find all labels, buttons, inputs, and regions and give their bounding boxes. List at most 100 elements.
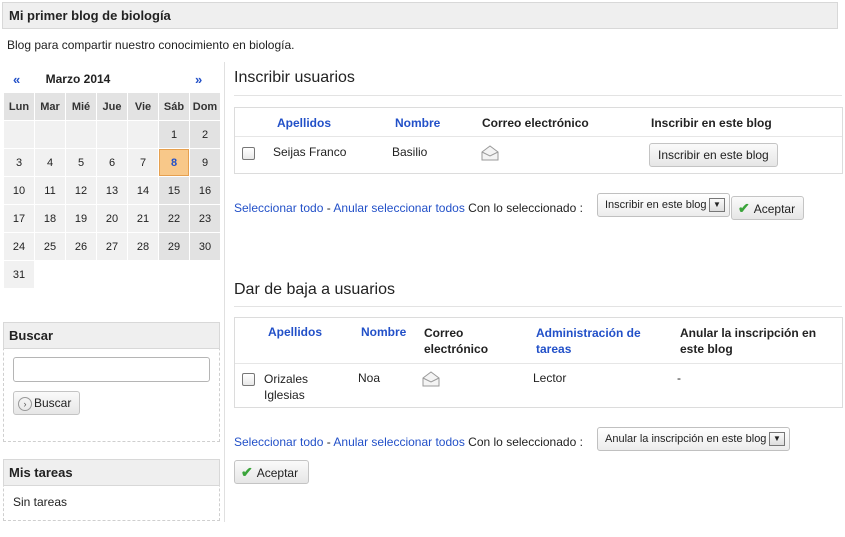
calendar-day-today[interactable]: 8 bbox=[159, 149, 189, 176]
unenroll-accept-button[interactable]: ✔ Aceptar bbox=[234, 460, 310, 484]
with-selected-label: Con lo seleccionado : bbox=[468, 435, 583, 449]
calendar-day[interactable]: 19 bbox=[66, 205, 96, 232]
column-nombre[interactable]: Nombre bbox=[395, 116, 440, 130]
calendar-day[interactable]: 1 bbox=[159, 121, 189, 148]
calendar-empty-cell bbox=[159, 261, 189, 288]
chevron-down-icon: ▼ bbox=[709, 198, 725, 212]
calendar-empty-cell bbox=[66, 261, 96, 288]
calendar-day[interactable]: 25 bbox=[35, 233, 65, 260]
calendar-day[interactable]: 18 bbox=[35, 205, 65, 232]
calendar-day[interactable]: 9 bbox=[190, 149, 220, 176]
row-checkbox[interactable] bbox=[242, 373, 255, 386]
calendar-day[interactable]: 4 bbox=[35, 149, 65, 176]
column-anular: Anular la inscripción en este blog bbox=[680, 326, 817, 356]
blog-title-bar: Mi primer blog de biología bbox=[2, 2, 838, 29]
calendar-day[interactable]: 20 bbox=[97, 205, 127, 232]
email-icon[interactable] bbox=[421, 370, 441, 391]
unenroll-header-divider bbox=[235, 363, 842, 364]
with-selected-label: Con lo seleccionado : bbox=[468, 201, 583, 215]
checkmark-icon: ✔ bbox=[738, 200, 750, 216]
search-panel-title: Buscar bbox=[3, 322, 220, 349]
search-button-label: Buscar bbox=[34, 396, 72, 410]
tasks-panel: Mis tareas Sin tareas bbox=[3, 459, 220, 521]
calendar-day[interactable]: 21 bbox=[128, 205, 158, 232]
accept-label: Aceptar bbox=[753, 202, 796, 216]
enroll-header-divider bbox=[235, 136, 842, 137]
row-nombre: Basilio bbox=[392, 145, 428, 159]
row-action: - bbox=[677, 371, 681, 385]
calendar-day[interactable]: 30 bbox=[190, 233, 220, 260]
calendar-day[interactable]: 28 bbox=[128, 233, 158, 260]
tasks-empty-text: Sin tareas bbox=[13, 495, 68, 509]
weekday-header: Mar bbox=[35, 93, 65, 120]
calendar-day[interactable]: 3 bbox=[4, 149, 34, 176]
calendar-day[interactable]: 15 bbox=[159, 177, 189, 204]
enroll-action-select[interactable]: Inscribir en este blog ▼ bbox=[597, 193, 730, 217]
enroll-accept-button[interactable]: ✔ Aceptar bbox=[731, 196, 805, 220]
weekday-header: Jue bbox=[97, 93, 127, 120]
calendar-empty-cell bbox=[4, 121, 34, 148]
calendar-day[interactable]: 27 bbox=[97, 233, 127, 260]
blog-description: Blog para compartir nuestro conocimiento… bbox=[7, 38, 295, 52]
unenroll-table: Apellidos Nombre Correo electrónico Admi… bbox=[234, 317, 843, 408]
column-apellidos[interactable]: Apellidos bbox=[277, 116, 331, 130]
calendar-day[interactable]: 11 bbox=[35, 177, 65, 204]
weekday-header: Dom bbox=[190, 93, 220, 120]
calendar-day[interactable]: 14 bbox=[128, 177, 158, 204]
weekday-header: Vie bbox=[128, 93, 158, 120]
deselect-all-link[interactable]: Anular seleccionar todos bbox=[333, 435, 464, 449]
row-role: Lector bbox=[533, 371, 567, 385]
enroll-table: Apellidos Nombre Correo electrónico Insc… bbox=[234, 107, 843, 174]
row-checkbox[interactable] bbox=[242, 147, 255, 160]
row-nombre: Noa bbox=[358, 371, 381, 385]
weekday-header: Lun bbox=[4, 93, 34, 120]
calendar-day[interactable]: 29 bbox=[159, 233, 189, 260]
column-administracion[interactable]: Administración de tareas bbox=[536, 325, 648, 357]
calendar-day[interactable]: 23 bbox=[190, 205, 220, 232]
calendar-day[interactable]: 6 bbox=[97, 149, 127, 176]
calendar-day[interactable]: 10 bbox=[4, 177, 34, 204]
column-apellidos[interactable]: Apellidos bbox=[268, 325, 322, 339]
row-apellidos: Orizales Iglesias bbox=[264, 372, 309, 402]
calendar-day[interactable]: 12 bbox=[66, 177, 96, 204]
calendar-day[interactable]: 24 bbox=[4, 233, 34, 260]
calendar-empty-cell bbox=[128, 121, 158, 148]
calendar-day[interactable]: 22 bbox=[159, 205, 189, 232]
calendar-day[interactable]: 17 bbox=[4, 205, 34, 232]
calendar-day[interactable]: 16 bbox=[190, 177, 220, 204]
sidebar-divider bbox=[224, 62, 225, 522]
calendar-empty-cell bbox=[35, 121, 65, 148]
prev-month-link[interactable]: « bbox=[13, 72, 20, 87]
enroll-heading: Inscribir usuarios bbox=[234, 69, 355, 86]
column-nombre[interactable]: Nombre bbox=[361, 325, 406, 339]
accept-label: Aceptar bbox=[256, 466, 299, 480]
chevron-down-icon: ▼ bbox=[769, 432, 785, 446]
calendar-day[interactable]: 5 bbox=[66, 149, 96, 176]
enroll-user-button[interactable]: Inscribir en este blog bbox=[649, 143, 778, 167]
calendar-empty-cell bbox=[97, 121, 127, 148]
column-correo: Correo electrónico bbox=[424, 326, 489, 356]
weekday-header: Sáb bbox=[159, 93, 189, 120]
unenroll-action-select[interactable]: Anular la inscripción en este blog ▼ bbox=[597, 427, 790, 451]
select-all-link[interactable]: Seleccionar todo bbox=[234, 435, 323, 449]
unenroll-bulk-actions: Seleccionar todo - Anular seleccionar to… bbox=[234, 435, 583, 449]
enroll-bulk-actions: Seleccionar todo - Anular seleccionar to… bbox=[234, 201, 583, 215]
select-all-link[interactable]: Seleccionar todo bbox=[234, 201, 323, 215]
search-input[interactable] bbox=[13, 357, 210, 382]
checkmark-icon: ✔ bbox=[241, 464, 253, 480]
calendar-day[interactable]: 26 bbox=[66, 233, 96, 260]
deselect-all-link[interactable]: Anular seleccionar todos bbox=[333, 201, 464, 215]
calendar-day[interactable]: 7 bbox=[128, 149, 158, 176]
calendar-empty-cell bbox=[97, 261, 127, 288]
select-value: Anular la inscripción en este blog bbox=[605, 433, 767, 445]
search-button[interactable]: › Buscar bbox=[13, 391, 81, 415]
next-month-link[interactable]: » bbox=[195, 72, 202, 87]
weekday-header: Mié bbox=[66, 93, 96, 120]
calendar-day[interactable]: 31 bbox=[4, 261, 34, 288]
calendar-day[interactable]: 13 bbox=[97, 177, 127, 204]
unenroll-heading-rule bbox=[234, 306, 842, 307]
column-inscribir: Inscribir en este blog bbox=[651, 116, 772, 130]
row-apellidos: Seijas Franco bbox=[273, 145, 347, 159]
calendar-day[interactable]: 2 bbox=[190, 121, 220, 148]
email-icon[interactable] bbox=[480, 144, 500, 165]
